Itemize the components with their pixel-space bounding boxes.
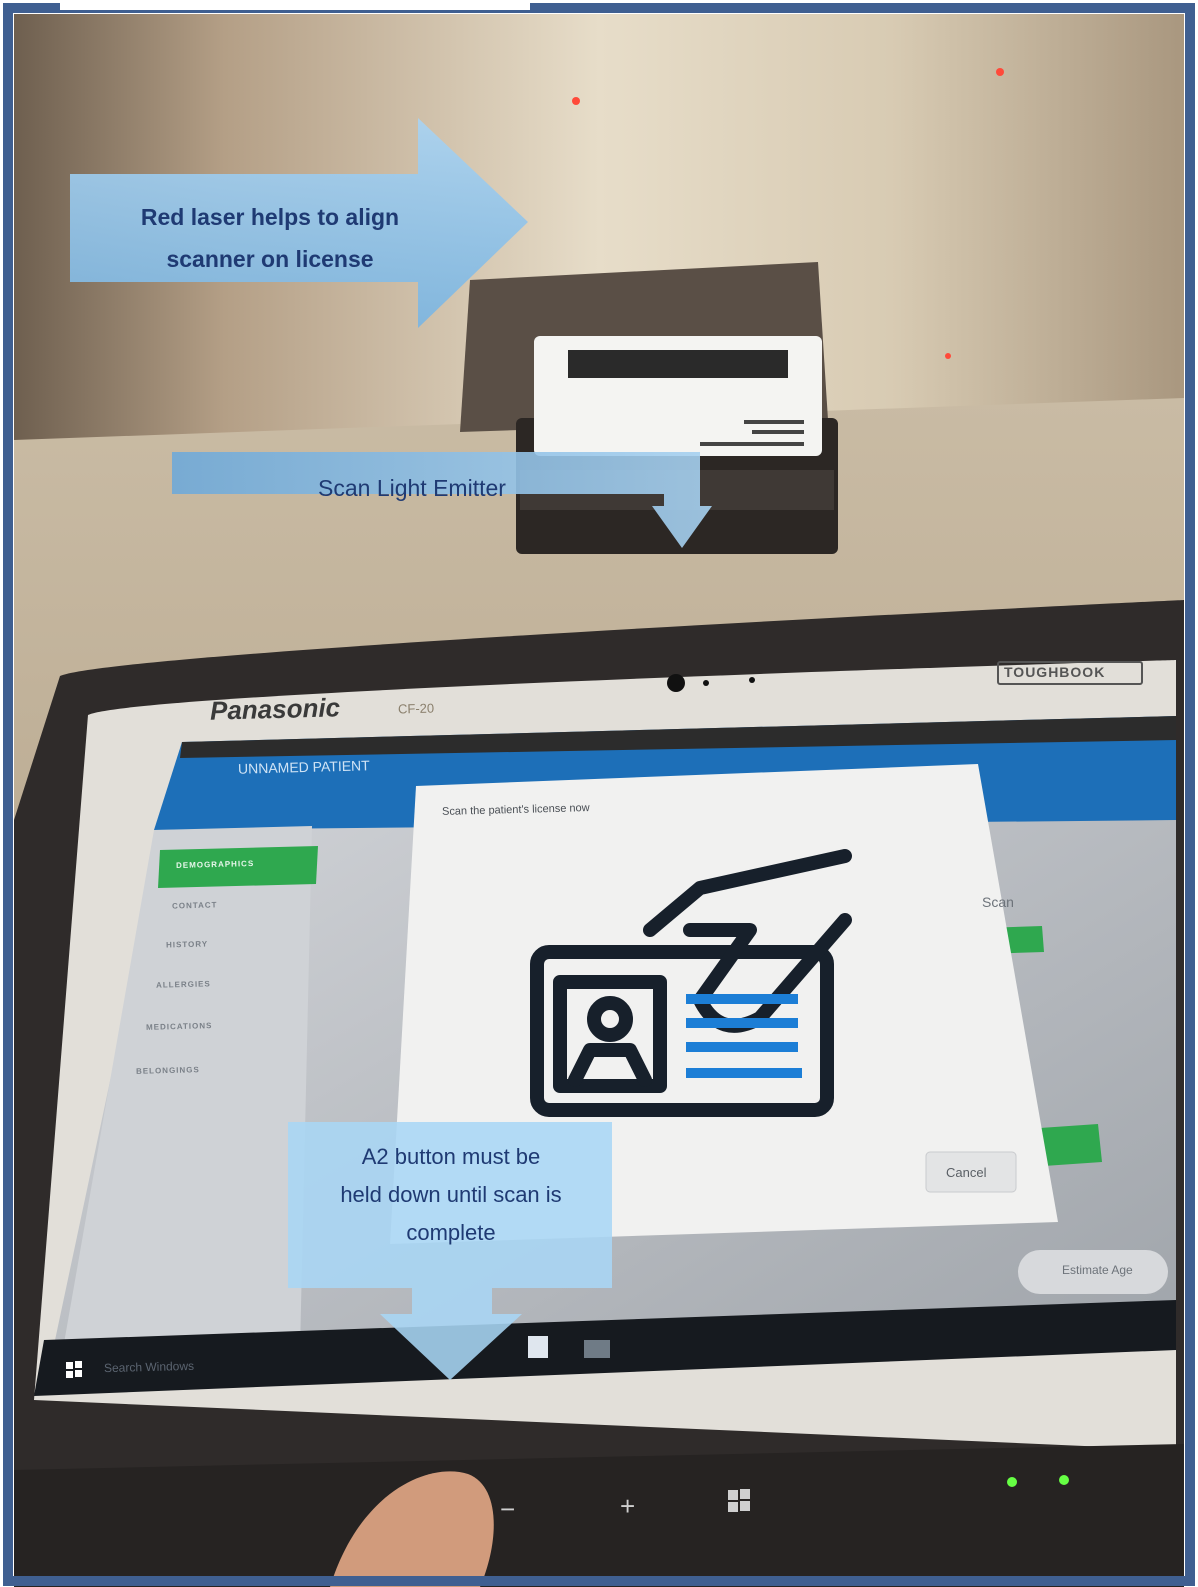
border-gap xyxy=(60,0,530,10)
status-led xyxy=(1007,1477,1017,1487)
toughbook-badge-text: TOUGHBOOK xyxy=(1004,664,1106,680)
sidebar-item-history: HISTORY xyxy=(165,939,209,950)
sidebar-item-contact: CONTACT xyxy=(171,900,218,911)
status-led xyxy=(1059,1475,1069,1485)
license-scanner xyxy=(460,262,838,554)
panel-green-button xyxy=(1040,1124,1102,1166)
callout-a2-line3: complete xyxy=(406,1220,496,1245)
taskbar-active-app-icon xyxy=(584,1340,610,1358)
photo-frame: + − Red laser helps to align scanner on … xyxy=(0,0,1198,1587)
callout-emitter-text: Scan Light Emitter xyxy=(318,475,506,501)
volume-up-icon: + xyxy=(620,1491,635,1521)
callout-a2-line2: held down until scan is xyxy=(340,1182,562,1207)
laser-dot xyxy=(572,97,580,105)
callout-laser-text: Red laser helps to align scanner on lice… xyxy=(80,196,460,280)
license-barcode xyxy=(568,350,788,378)
sidebar-item-allergies: ALLERGIES xyxy=(155,979,211,990)
sidebar-item-belongings: BELONGINGS xyxy=(135,1065,200,1076)
laser-dot xyxy=(945,353,951,359)
callout-a2-text: A2 button must be held down until scan i… xyxy=(296,1138,606,1252)
callout-laser-line2: scanner on license xyxy=(166,246,374,272)
sidebar-item-medications: MEDICATIONS xyxy=(145,1021,213,1032)
tablet-brand: Panasonic xyxy=(209,692,341,726)
estimate-age-label: Estimate Age xyxy=(1062,1263,1133,1277)
callout-a2-line1: A2 button must be xyxy=(361,1144,541,1169)
taskbar-search-placeholder: Search Windows xyxy=(103,1358,195,1376)
taskbar-app-icon xyxy=(528,1336,548,1358)
taskbar-search: Search Windows xyxy=(104,1359,194,1375)
tablet-model: CF-20 xyxy=(397,700,435,717)
volume-down-icon: − xyxy=(500,1494,515,1524)
dialog-cancel-label: Cancel xyxy=(946,1165,987,1180)
right-panel-label: Scan xyxy=(982,894,1014,910)
callout-laser-line1: Red laser helps to align xyxy=(140,204,400,230)
laser-dot xyxy=(996,68,1004,76)
